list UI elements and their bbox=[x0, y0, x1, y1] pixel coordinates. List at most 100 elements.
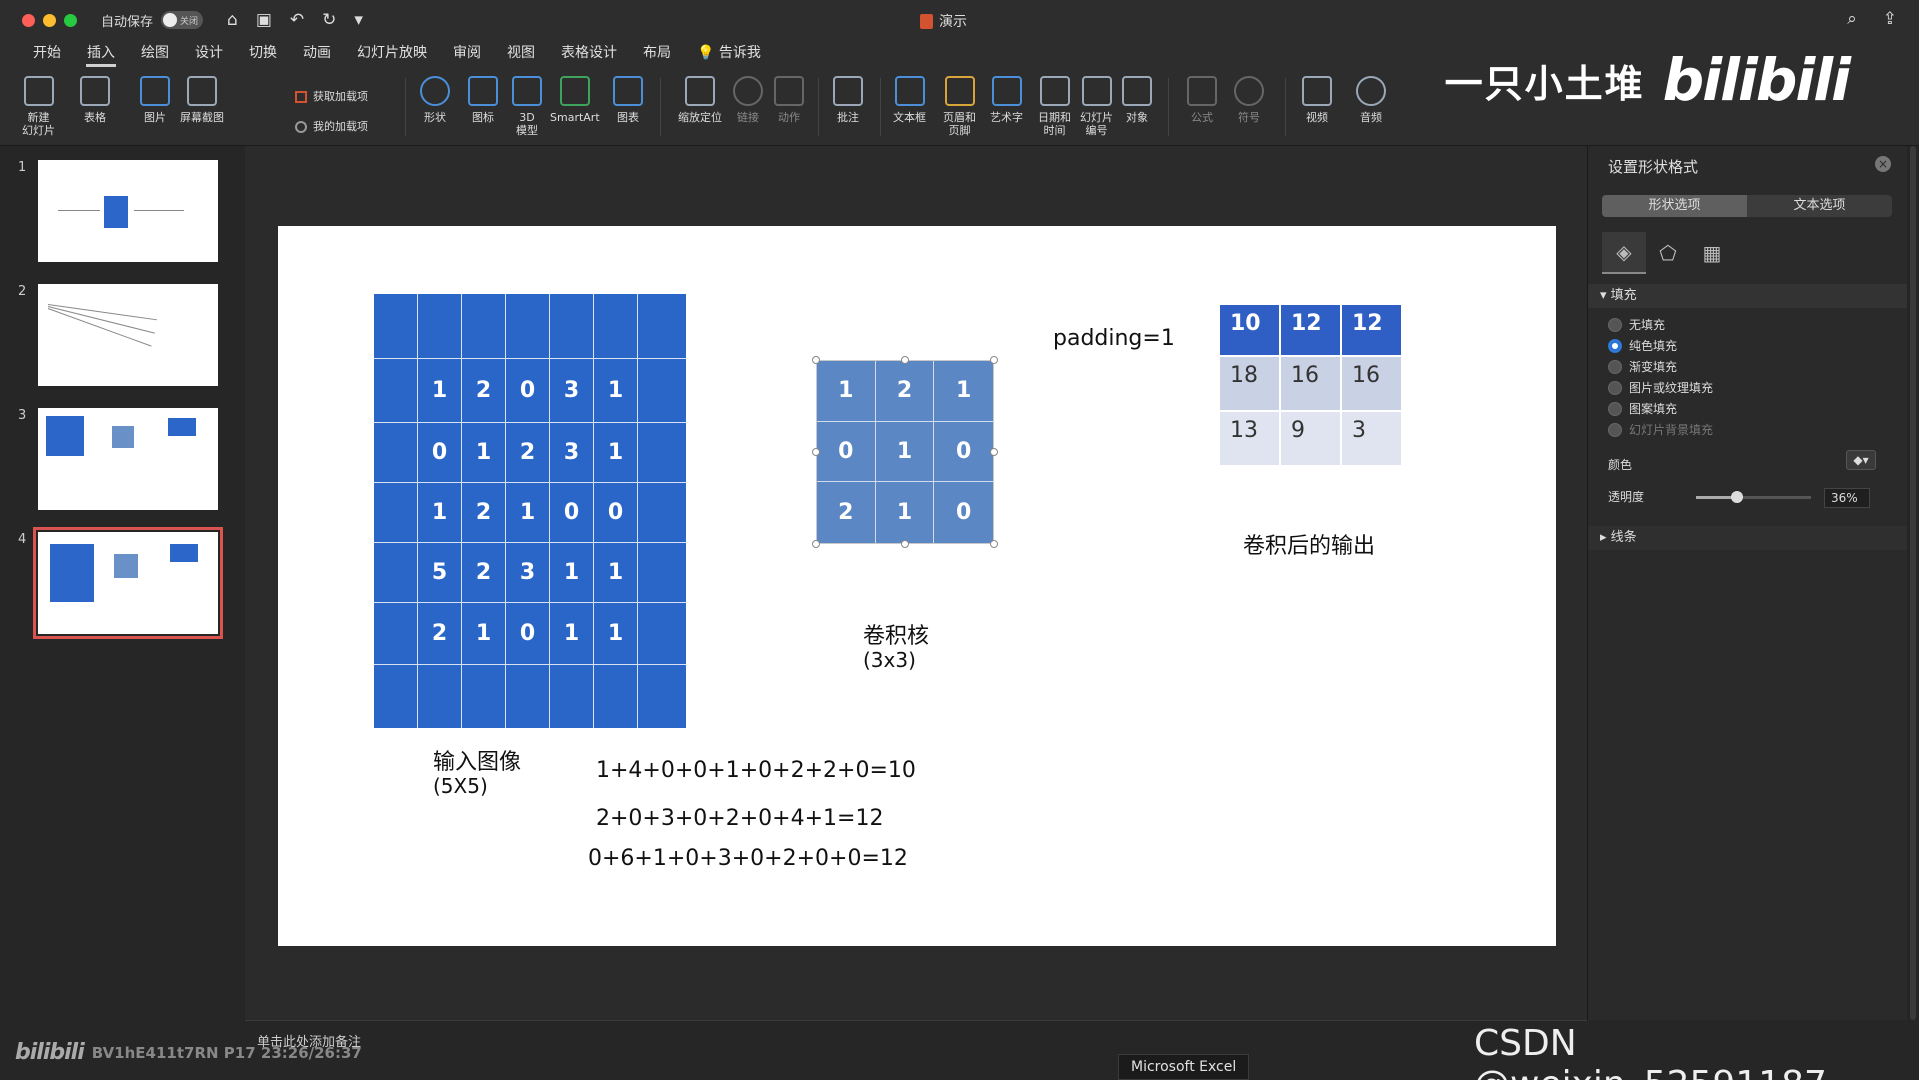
notes-pane[interactable]: 单击此处添加备注 bbox=[245, 1020, 1587, 1080]
shape-button[interactable]: 形状 bbox=[420, 76, 450, 124]
padding-label[interactable]: padding=1 bbox=[1053, 326, 1175, 351]
icon-button[interactable]: 图标 bbox=[468, 76, 498, 124]
slide-thumbnail-1[interactable] bbox=[38, 160, 218, 262]
get-addins-button[interactable]: 获取加载项 bbox=[295, 82, 368, 112]
3d-model-button[interactable]: 3D 模型 bbox=[512, 76, 542, 137]
tab-layout[interactable]: 布局 bbox=[630, 40, 684, 68]
radio-button-selected[interactable] bbox=[1608, 338, 1622, 353]
fill-section-header[interactable]: ▾ 填充 bbox=[1588, 284, 1908, 308]
resize-handle[interactable] bbox=[812, 356, 820, 364]
fill-option[interactable]: 幻灯片背景填充 bbox=[1608, 421, 1713, 438]
formula-1[interactable]: 1+4+0+0+1+0+2+2+0=10 bbox=[596, 758, 916, 783]
color-picker-button[interactable]: ◆▾ bbox=[1846, 450, 1876, 470]
share-icon[interactable]: ⇪ bbox=[1883, 9, 1897, 29]
slide-number-button[interactable]: 幻灯片 编号 bbox=[1080, 76, 1113, 137]
screenshot-button[interactable]: 屏幕截图 bbox=[180, 76, 224, 124]
resize-handle[interactable] bbox=[901, 540, 909, 548]
customize-toolbar-icon[interactable]: ▾ bbox=[354, 10, 363, 30]
output-grid[interactable]: 10 12 12 18 16 16 13 9 3 bbox=[1220, 305, 1403, 467]
textbox-button[interactable]: 文本框 bbox=[893, 76, 926, 124]
resize-handle[interactable] bbox=[901, 356, 909, 364]
table-button[interactable]: 表格 bbox=[80, 76, 110, 124]
formula-3[interactable]: 0+6+1+0+3+0+2+0+0=12 bbox=[588, 846, 908, 871]
slide-thumbnail-4[interactable] bbox=[33, 527, 223, 639]
search-icon[interactable]: ⌕ bbox=[1847, 9, 1857, 29]
chart-button[interactable]: 图表 bbox=[613, 76, 643, 124]
kernel-grid[interactable]: 121010210 bbox=[816, 360, 994, 544]
resize-handle[interactable] bbox=[990, 448, 998, 456]
kernel-label[interactable]: 卷积核 bbox=[863, 618, 929, 650]
tab-design[interactable]: 设计 bbox=[182, 40, 236, 68]
transparency-input[interactable]: 36% bbox=[1824, 488, 1870, 508]
header-footer-button[interactable]: 页眉和 页脚 bbox=[943, 76, 976, 137]
tab-home[interactable]: 开始 bbox=[20, 40, 74, 68]
link-button[interactable]: 链接 bbox=[733, 76, 763, 124]
undo-icon[interactable]: ↶ bbox=[290, 10, 304, 30]
current-slide[interactable]: 1203101231121005231121011 121010210 10 12… bbox=[278, 226, 1556, 946]
resize-handle[interactable] bbox=[990, 540, 998, 548]
tab-text-options[interactable]: 文本选项 bbox=[1747, 195, 1892, 217]
autosave-toggle[interactable]: 关闭 bbox=[161, 11, 204, 29]
save-icon[interactable]: ▣ bbox=[256, 10, 272, 30]
zoom-button[interactable]: 缩放定位 bbox=[678, 76, 722, 124]
my-addins-button[interactable]: 我的加载项 bbox=[295, 112, 368, 142]
slider-knob[interactable] bbox=[1731, 491, 1744, 503]
vertical-scrollbar[interactable] bbox=[1907, 146, 1919, 1020]
fill-option[interactable]: 纯色填充 bbox=[1608, 337, 1677, 354]
tab-animations[interactable]: 动画 bbox=[290, 40, 344, 68]
action-button[interactable]: 动作 bbox=[774, 76, 804, 124]
symbol-button[interactable]: 符号 bbox=[1234, 76, 1264, 124]
radio-button[interactable] bbox=[1608, 317, 1622, 332]
resize-handle[interactable] bbox=[812, 540, 820, 548]
tab-transitions[interactable]: 切换 bbox=[236, 40, 290, 68]
minimize-window-button[interactable] bbox=[43, 13, 56, 27]
redo-icon[interactable]: ↻ bbox=[322, 10, 336, 30]
datetime-button[interactable]: 日期和 时间 bbox=[1038, 76, 1071, 137]
tab-shape-options[interactable]: 形状选项 bbox=[1602, 195, 1747, 217]
tab-view[interactable]: 视图 bbox=[494, 40, 548, 68]
scrollbar-thumb[interactable] bbox=[1910, 146, 1916, 1020]
output-label[interactable]: 卷积后的输出 bbox=[1243, 528, 1375, 560]
video-button[interactable]: 视频 bbox=[1302, 76, 1332, 124]
resize-handle[interactable] bbox=[990, 356, 998, 364]
tab-review[interactable]: 审阅 bbox=[440, 40, 494, 68]
fill-option[interactable]: 图案填充 bbox=[1608, 400, 1677, 417]
radio-button[interactable] bbox=[1608, 401, 1622, 416]
size-properties-icon[interactable]: ▦ bbox=[1690, 232, 1734, 274]
close-icon[interactable]: × bbox=[1875, 156, 1891, 172]
close-window-button[interactable] bbox=[22, 13, 35, 27]
object-button[interactable]: 对象 bbox=[1122, 76, 1152, 124]
input-image-grid[interactable]: 1203101231121005231121011 bbox=[374, 294, 686, 728]
smartart-button[interactable]: SmartArt bbox=[550, 76, 600, 124]
radio-button[interactable] bbox=[1608, 359, 1622, 374]
fill-option[interactable]: 无填充 bbox=[1608, 316, 1665, 333]
slide-thumbnail-3[interactable] bbox=[38, 408, 218, 510]
tab-table-design[interactable]: 表格设计 bbox=[548, 40, 630, 68]
radio-button[interactable] bbox=[1608, 380, 1622, 395]
formula-2[interactable]: 2+0+3+0+2+0+4+1=12 bbox=[596, 806, 883, 831]
fill-option[interactable]: 渐变填充 bbox=[1608, 358, 1677, 375]
fill-option[interactable]: 图片或纹理填充 bbox=[1608, 379, 1713, 396]
picture-button[interactable]: 图片 bbox=[140, 76, 170, 124]
tab-insert[interactable]: 插入 bbox=[74, 40, 128, 68]
new-slide-button[interactable]: 新建 幻灯片 bbox=[22, 76, 55, 137]
slide-thumbnail-2[interactable] bbox=[38, 284, 218, 386]
radio-button[interactable] bbox=[1608, 422, 1622, 437]
line-section-header[interactable]: ▸ 线条 bbox=[1588, 526, 1908, 550]
fill-line-icon[interactable]: ◈ bbox=[1602, 232, 1646, 274]
resize-handle[interactable] bbox=[812, 448, 820, 456]
tab-draw[interactable]: 绘图 bbox=[128, 40, 182, 68]
input-size-label[interactable]: (5X5) bbox=[433, 774, 488, 798]
wordart-button[interactable]: 艺术字 bbox=[990, 76, 1023, 124]
home-icon[interactable]: ⌂ bbox=[227, 10, 238, 30]
input-label[interactable]: 输入图像 bbox=[433, 744, 521, 776]
maximize-window-button[interactable] bbox=[64, 13, 77, 27]
tab-slideshow[interactable]: 幻灯片放映 bbox=[344, 40, 440, 68]
equation-button[interactable]: 公式 bbox=[1187, 76, 1217, 124]
audio-button[interactable]: 音频 bbox=[1356, 76, 1386, 124]
transparency-slider[interactable] bbox=[1696, 491, 1811, 503]
effects-icon[interactable]: ⬠ bbox=[1646, 232, 1690, 274]
kernel-size-label[interactable]: (3x3) bbox=[863, 648, 916, 672]
comment-button[interactable]: 批注 bbox=[833, 76, 863, 124]
tab-tell-me[interactable]: 💡 告诉我 bbox=[684, 40, 774, 68]
